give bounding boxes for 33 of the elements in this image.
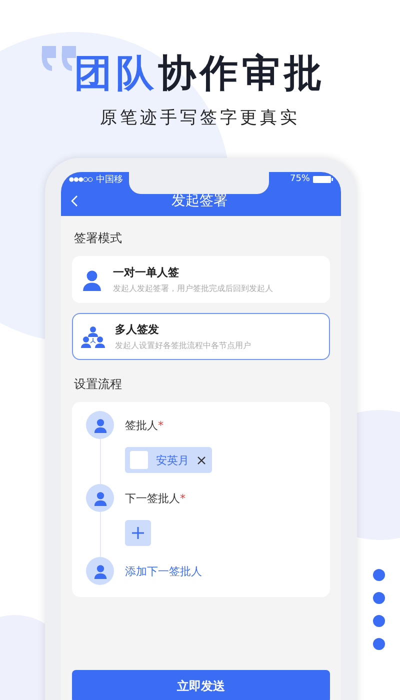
screen-title: 发起签署 (170, 192, 228, 210)
section-label: 签署模式 (74, 230, 123, 247)
add-signer-link[interactable]: 添加下一签批人 (125, 564, 316, 578)
option-description: 发起人设置好各签批流程中各节点用户 (115, 340, 251, 351)
option-title: 一对一单人签 (113, 265, 180, 280)
option-description: 发起人发起签署，用户签批完成后回到发起人 (113, 283, 273, 294)
person-icon (92, 564, 108, 578)
mode-option[interactable]: 一对一单人签 发起人发起签署，用户签批完成后回到发起人 (72, 256, 330, 303)
option-title: 多人签发 (115, 322, 160, 337)
plus-icon (132, 527, 144, 539)
close-icon[interactable] (197, 456, 206, 464)
page-dot (373, 592, 385, 604)
group-icon (81, 326, 105, 348)
battery-icon (313, 176, 333, 182)
carrier-text: 中国移 (96, 174, 123, 186)
field-label: 签批人* (125, 418, 164, 432)
person-icon (92, 418, 108, 432)
field-label: 下一签批人* (125, 490, 186, 506)
assignee-chip[interactable]: 安英月 (125, 447, 212, 473)
person-icon (92, 490, 108, 506)
person-icon (81, 268, 103, 290)
send-button[interactable]: 立即发送 (72, 670, 330, 700)
battery-text: 75% (290, 174, 310, 184)
section-label: 设置流程 (74, 376, 123, 393)
subtitle: 原笔迹手写签字更真实 (100, 108, 300, 128)
signal-icon (69, 176, 93, 182)
page-dot (373, 569, 385, 581)
mode-option[interactable]: 多人签发 发起人设置好各签批流程中各节点用户 (72, 313, 330, 360)
add-button[interactable] (125, 520, 151, 546)
page-dot (373, 638, 385, 650)
page-dot (373, 615, 385, 627)
back-icon[interactable] (71, 195, 78, 207)
headline: 团队协作审批 (74, 51, 326, 95)
